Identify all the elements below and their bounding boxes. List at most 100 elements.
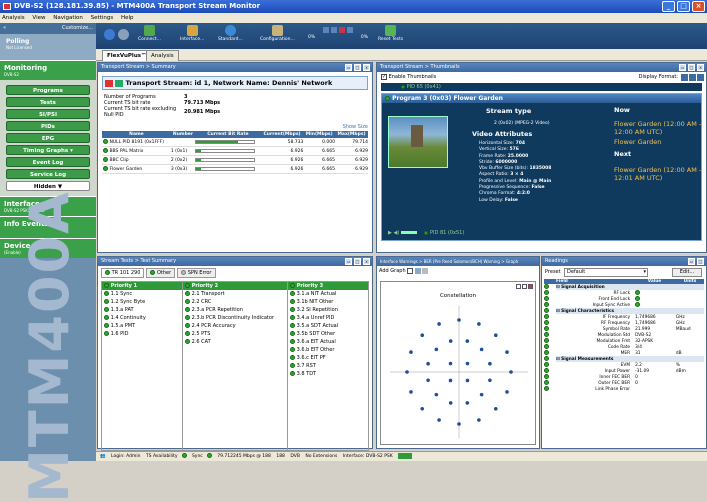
enable-thumbnails-checkbox[interactable]: ✓ bbox=[381, 73, 387, 80]
format-grid-icon[interactable] bbox=[697, 74, 704, 81]
customize-link[interactable]: Customize... bbox=[62, 23, 93, 34]
test-item[interactable]: 3.1b NIT Other bbox=[288, 298, 368, 306]
close-icon[interactable]: x bbox=[363, 64, 370, 71]
collapse-icon[interactable]: « bbox=[3, 25, 6, 31]
nav-pids-button[interactable]: PIDs bbox=[6, 121, 90, 131]
reset-tests-button[interactable]: Reset Tests bbox=[378, 25, 403, 42]
close-icon[interactable]: x bbox=[697, 64, 704, 71]
format-double-icon[interactable] bbox=[689, 74, 696, 81]
nav-epg-button[interactable]: EPG bbox=[6, 133, 90, 143]
video-thumbnail[interactable] bbox=[388, 116, 448, 168]
close-icon[interactable]: x bbox=[363, 258, 370, 265]
test-item[interactable]: 3.1.a NIT Actual bbox=[288, 290, 368, 298]
nav-tests-button[interactable]: Tests bbox=[6, 97, 90, 107]
test-item[interactable]: 1.4 Continuity bbox=[102, 314, 182, 322]
play-icon[interactable] bbox=[323, 27, 329, 33]
restore-icon[interactable]: ▭ bbox=[679, 64, 686, 71]
test-item[interactable]: 3.5.a SDT Actual bbox=[288, 322, 368, 330]
test-item[interactable]: 1.3.a PAT bbox=[102, 306, 182, 314]
test-item[interactable]: 3.2 SI Repetition bbox=[288, 306, 368, 314]
program-col-header[interactable]: Min(Mbps) bbox=[303, 131, 335, 138]
menu-view[interactable]: View bbox=[32, 15, 45, 21]
forward-button[interactable] bbox=[118, 29, 129, 41]
add-graph-icon[interactable] bbox=[407, 267, 414, 274]
maximize-button[interactable]: □ bbox=[677, 1, 690, 12]
restore-icon[interactable]: ▭ bbox=[688, 258, 695, 265]
test-item[interactable]: 1.1 Sync bbox=[102, 290, 182, 298]
program-col-header[interactable]: Max(Mbps) bbox=[335, 131, 368, 138]
plot-close-icon[interactable] bbox=[528, 284, 533, 289]
program-col-header[interactable]: Number bbox=[171, 131, 195, 138]
chart-icon[interactable] bbox=[414, 267, 421, 274]
edit-preset-button[interactable]: Edit... bbox=[672, 268, 702, 277]
menu-analysis[interactable]: Analysis bbox=[2, 15, 25, 21]
restore-icon[interactable]: ▭ bbox=[345, 258, 352, 265]
configuration-button[interactable]: Configuration... bbox=[260, 25, 295, 42]
menu-settings[interactable]: Settings bbox=[91, 15, 114, 21]
collapse-icon[interactable]: ⊟ bbox=[556, 357, 560, 362]
polling-section[interactable]: Polling Not Licensed bbox=[0, 34, 96, 60]
collapse-icon[interactable]: ⊟ bbox=[556, 285, 560, 290]
record-icon[interactable] bbox=[339, 27, 345, 33]
test-item[interactable]: 3.4.a Unref PID bbox=[288, 314, 368, 322]
tab-tr101290[interactable]: TR 101 290 bbox=[101, 268, 145, 278]
test-item[interactable]: 2.5 PTS bbox=[183, 330, 287, 338]
volume-icon[interactable]: ◀) bbox=[393, 230, 399, 236]
nav-service-log-button[interactable]: Service Log bbox=[6, 169, 90, 179]
test-item[interactable]: 3.8 TDT bbox=[288, 370, 368, 378]
tab-analysis[interactable]: Analysis bbox=[146, 50, 179, 61]
back-button[interactable] bbox=[104, 29, 115, 41]
nav-programs-button[interactable]: Programs bbox=[6, 85, 90, 95]
tab-spn-error[interactable]: SPN Error bbox=[177, 268, 216, 278]
restore-icon[interactable]: ▭ bbox=[345, 64, 352, 71]
interface-button[interactable]: Interface... bbox=[180, 25, 204, 42]
format-single-icon[interactable] bbox=[681, 74, 688, 81]
volume-bar[interactable] bbox=[400, 231, 417, 234]
test-item[interactable]: 3.7 RST bbox=[288, 362, 368, 370]
program-row[interactable]: BBS PAL Matrix 1 (0x1) 6.926 6.665 6.929 bbox=[102, 147, 368, 156]
connect-button[interactable]: Connect... bbox=[138, 25, 161, 42]
test-item[interactable]: 3.6.b EIT Other bbox=[288, 346, 368, 354]
nav-event-log-button[interactable]: Event Log bbox=[6, 157, 90, 167]
menu-navigation[interactable]: Navigation bbox=[53, 15, 83, 21]
test-item[interactable]: 1.6 PID bbox=[102, 330, 182, 338]
program-col-header[interactable]: Current Bit Rate bbox=[195, 131, 261, 138]
monitoring-section[interactable]: Monitoring DVB-S2 bbox=[0, 60, 96, 80]
program-row[interactable]: NULL PID 8191 (0x1FFF) 58.733 0.000 79.7… bbox=[102, 138, 368, 147]
nav-si-psi-button[interactable]: SI/PSI bbox=[6, 109, 90, 119]
test-item[interactable]: 2.3.a PCR Repetition bbox=[183, 306, 287, 314]
test-item[interactable]: 3.5b SDT Other bbox=[288, 330, 368, 338]
play-icon[interactable]: ▶ bbox=[388, 230, 392, 236]
program-row[interactable]: Flower Garden 3 (0x3) 6.926 6.665 6.929 bbox=[102, 165, 368, 174]
program-col-header[interactable]: Name bbox=[102, 131, 171, 138]
test-item[interactable]: 1.2 Sync Byte bbox=[102, 298, 182, 306]
test-item[interactable]: 2.6 CAT bbox=[183, 338, 287, 346]
show-size-toggle[interactable]: Show Size bbox=[98, 124, 368, 130]
maximize-icon[interactable]: □ bbox=[354, 64, 361, 71]
collapse-icon[interactable]: ⊟ bbox=[556, 309, 560, 314]
audio-controls[interactable]: ▶ ◀) PID 81 (0x51) bbox=[388, 230, 464, 236]
test-item[interactable]: 3.6.a EIT Actual bbox=[288, 338, 368, 346]
maximize-icon[interactable]: □ bbox=[697, 258, 704, 265]
program-row[interactable]: BBC Clip 2 (0x2) 6.926 6.665 6.929 bbox=[102, 156, 368, 165]
close-button[interactable]: × bbox=[692, 1, 705, 12]
test-item[interactable]: 1.5.a PMT bbox=[102, 322, 182, 330]
plot-min-icon[interactable] bbox=[516, 284, 521, 289]
pause-icon[interactable] bbox=[331, 27, 337, 33]
maximize-icon[interactable]: □ bbox=[688, 64, 695, 71]
stop-icon[interactable] bbox=[347, 27, 353, 33]
tab-flexvuplus[interactable]: FlexVuPlus™ bbox=[102, 50, 152, 61]
maximize-icon[interactable]: □ bbox=[354, 258, 361, 265]
standard-button[interactable]: Standard... bbox=[218, 25, 243, 42]
test-item[interactable]: 2.3.b PCR Discontinuity Indicator bbox=[183, 314, 287, 322]
program-col-header[interactable]: Current(Mbps) bbox=[261, 131, 304, 138]
preset-select[interactable]: Default ▾ bbox=[564, 268, 648, 277]
minimize-button[interactable]: _ bbox=[662, 1, 675, 12]
plot-max-icon[interactable] bbox=[522, 284, 527, 289]
settings-icon[interactable] bbox=[422, 267, 429, 274]
tab-other[interactable]: Other bbox=[146, 268, 176, 278]
speed-control[interactable]: 0% 0% bbox=[308, 27, 368, 40]
test-item[interactable]: 2.2 CRC bbox=[183, 298, 287, 306]
test-item[interactable]: 2.1 Transport bbox=[183, 290, 287, 298]
test-item[interactable]: 3.6.c EIT PF bbox=[288, 354, 368, 362]
